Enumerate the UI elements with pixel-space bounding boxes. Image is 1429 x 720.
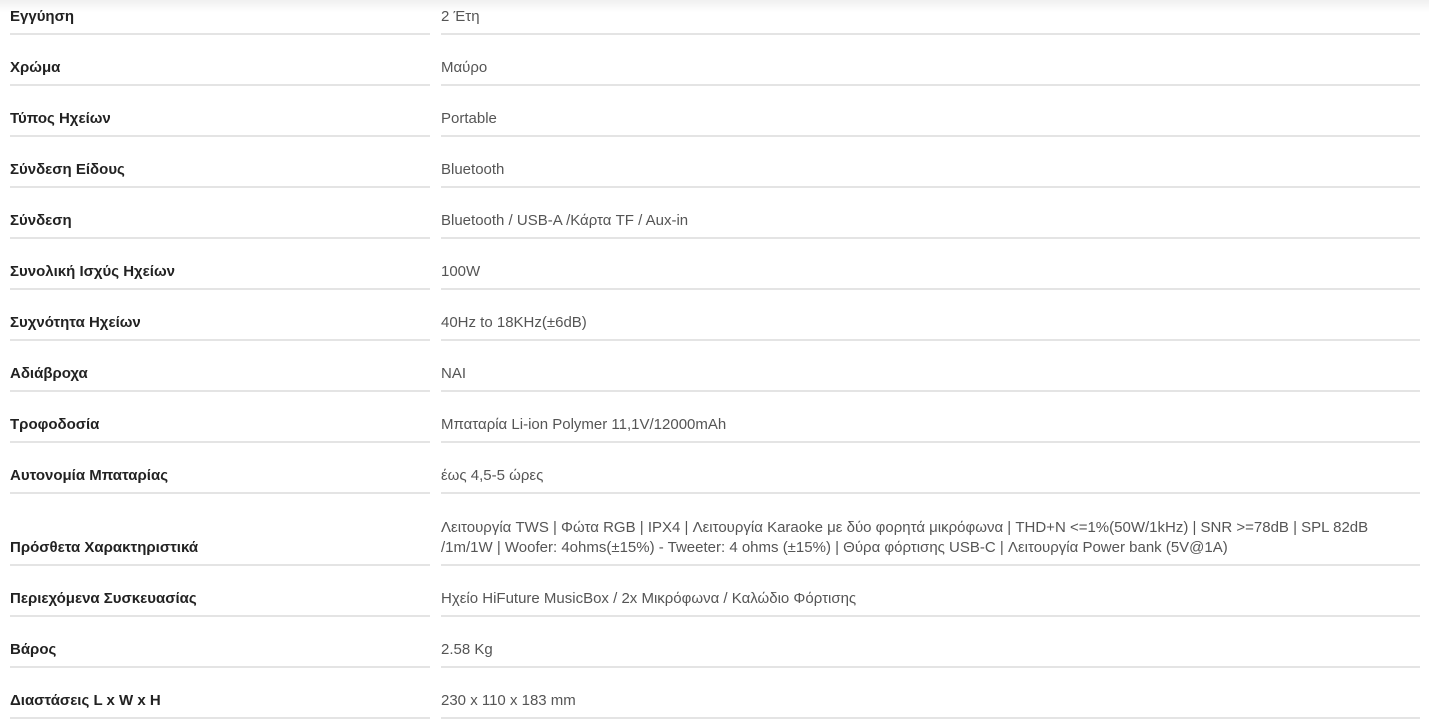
spec-row-warranty: Εγγύηση 2 Έτη [0, 0, 1429, 35]
spec-label: Βάρος [10, 617, 430, 668]
spec-row-color: Χρώμα Μαύρο [0, 35, 1429, 86]
spec-row-battery-life: Αυτονομία Μπαταρίας έως 4,5-5 ώρες [0, 443, 1429, 494]
spec-row-power-supply: Τροφοδοσία Μπαταρία Li-ion Polymer 11,1V… [0, 392, 1429, 443]
spec-value: 2 Έτη [441, 0, 1420, 35]
spec-label: Σύνδεση Είδους [10, 137, 430, 188]
spec-label: Τροφοδοσία [10, 392, 430, 443]
spec-label: Συνολική Ισχύς Ηχείων [10, 239, 430, 290]
spec-label: Χρώμα [10, 35, 430, 86]
spec-row-extra-features: Πρόσθετα Χαρακτηριστικά Λειτουργία TWS |… [0, 494, 1429, 566]
spec-row-speaker-type: Τύπος Ηχείων Portable [0, 86, 1429, 137]
spec-row-waterproof: Αδιάβροχα NAI [0, 341, 1429, 392]
spec-value: 100W [441, 239, 1420, 290]
spec-row-connection-type: Σύνδεση Είδους Bluetooth [0, 137, 1429, 188]
spec-value: 230 x 110 x 183 mm [441, 668, 1420, 719]
spec-label: Πρόσθετα Χαρακτηριστικά [10, 494, 430, 566]
spec-label: Αδιάβροχα [10, 341, 430, 392]
spec-label: Περιεχόμενα Συσκευασίας [10, 566, 430, 617]
spec-row-total-power: Συνολική Ισχύς Ηχείων 100W [0, 239, 1429, 290]
spec-row-dimensions: Διαστάσεις L x W x H 230 x 110 x 183 mm [0, 668, 1429, 719]
spec-label: Αυτονομία Μπαταρίας [10, 443, 430, 494]
spec-value: Bluetooth / USB-A /Κάρτα TF / Aux-in [441, 188, 1420, 239]
spec-label: Εγγύηση [10, 0, 430, 35]
spec-row-connectivity: Σύνδεση Bluetooth / USB-A /Κάρτα TF / Au… [0, 188, 1429, 239]
spec-value: Μπαταρία Li-ion Polymer 11,1V/12000mAh [441, 392, 1420, 443]
spec-value: Bluetooth [441, 137, 1420, 188]
spec-value: Portable [441, 86, 1420, 137]
spec-value: έως 4,5-5 ώρες [441, 443, 1420, 494]
spec-label: Τύπος Ηχείων [10, 86, 430, 137]
spec-value: NAI [441, 341, 1420, 392]
spec-value: 40Hz to 18KHz(±6dB) [441, 290, 1420, 341]
specifications-table: Εγγύηση 2 Έτη Χρώμα Μαύρο Τύπος Ηχείων P… [0, 0, 1429, 719]
spec-row-weight: Βάρος 2.58 Kg [0, 617, 1429, 668]
spec-value: Λειτουργία TWS | Φώτα RGB | IPX4 | Λειτο… [441, 494, 1420, 566]
spec-value: Ηχείο HiFuture MusicBox / 2x Μικρόφωνα /… [441, 566, 1420, 617]
spec-row-frequency: Συχνότητα Ηχείων 40Hz to 18KHz(±6dB) [0, 290, 1429, 341]
spec-label: Διαστάσεις L x W x H [10, 668, 430, 719]
spec-row-package-contents: Περιεχόμενα Συσκευασίας Ηχείο HiFuture M… [0, 566, 1429, 617]
spec-label: Συχνότητα Ηχείων [10, 290, 430, 341]
spec-label: Σύνδεση [10, 188, 430, 239]
spec-value: 2.58 Kg [441, 617, 1420, 668]
spec-value: Μαύρο [441, 35, 1420, 86]
